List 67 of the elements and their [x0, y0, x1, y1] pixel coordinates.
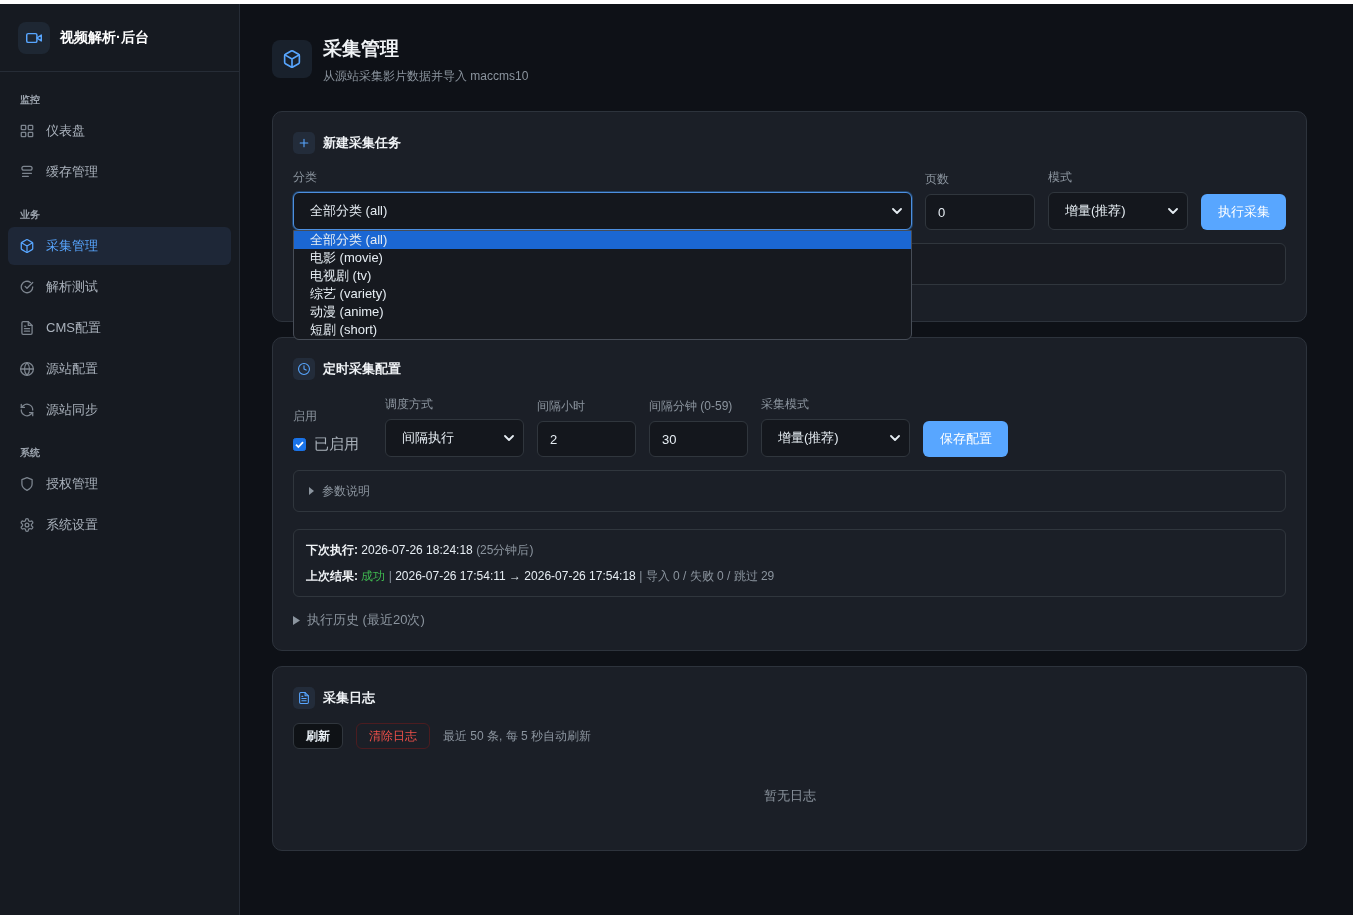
stack-icon — [20, 165, 34, 179]
dropdown-option[interactable]: 综艺 (variety) — [294, 285, 911, 303]
nav-item[interactable]: 采集管理 — [8, 227, 231, 265]
nav-item[interactable]: 仪表盘 — [8, 112, 231, 150]
dropdown-option[interactable]: 动漫 (anime) — [294, 303, 911, 321]
log-hint: 最近 50 条, 每 5 秒自动刷新 — [443, 727, 592, 745]
plus-icon — [293, 132, 315, 154]
field-label: 启用 — [293, 409, 318, 423]
chevron-down-icon — [890, 435, 900, 441]
grid-icon — [20, 124, 34, 138]
refresh-button[interactable]: 刷新 — [293, 723, 343, 749]
clock-icon — [293, 358, 315, 380]
refresh-icon — [20, 403, 34, 417]
select-field[interactable]: 间隔执行 — [385, 419, 524, 457]
chevron-down-icon — [1168, 208, 1178, 214]
nav-section-title: 系统 — [19, 447, 40, 459]
nav-item[interactable]: 源站配置 — [8, 350, 231, 388]
chevron-down-icon — [504, 435, 514, 441]
field-label: 间隔小时 — [537, 399, 586, 413]
details-toggle[interactable]: 执行历史 (最近20次) — [293, 612, 425, 628]
nav-section-title: 业务 — [19, 209, 40, 221]
check-circle-icon — [20, 280, 34, 294]
field-label: 调度方式 — [385, 397, 434, 411]
nav-item[interactable]: 授权管理 — [8, 465, 231, 503]
card-title: 采集日志 — [323, 689, 375, 707]
card-title: 新建采集任务 — [323, 134, 401, 152]
page-title: 采集管理 — [323, 37, 400, 61]
nav-item[interactable]: 源站同步 — [8, 391, 231, 429]
status-line: 下次执行: 2026-07-26 18:24:18 (25分钟后) — [306, 542, 535, 559]
field-label: 分类 — [293, 170, 318, 184]
input-field[interactable]: 2 — [537, 421, 636, 457]
field-label: 页数 — [925, 172, 950, 186]
input-field[interactable]: 30 — [649, 421, 748, 457]
app-title: 视频解析·后台 — [60, 28, 149, 47]
globe-icon — [20, 362, 34, 376]
nav-item[interactable]: CMS配置 — [8, 309, 231, 347]
settings-icon — [20, 518, 34, 532]
field-label: 间隔分钟 (0-59) — [649, 399, 734, 413]
document-icon — [20, 321, 34, 335]
checkbox-label: 已启用 — [314, 434, 359, 454]
field-label: 模式 — [1048, 170, 1073, 184]
select-field[interactable]: 全部分类 (all) — [293, 192, 912, 230]
nav-section-title: 监控 — [19, 94, 40, 106]
document-icon — [293, 687, 315, 709]
shield-icon — [20, 477, 34, 491]
select-field[interactable]: 增量(推荐) — [761, 419, 910, 457]
nav-item[interactable]: 解析测试 — [8, 268, 231, 306]
dropdown-option[interactable]: 全部分类 (all) — [294, 231, 911, 249]
cube-icon — [20, 239, 34, 253]
dropdown-option[interactable]: 电影 (movie) — [294, 249, 911, 267]
card-title: 定时采集配置 — [323, 360, 401, 378]
status-line: 上次结果: 成功 | 2026-07-26 17:54:11 → 2026-07-26 17:54:18 | 导入 0 / 失败 0 / 跳过 29 — [306, 568, 776, 585]
details-toggle[interactable]: 参数说明 — [293, 470, 1286, 512]
input-field[interactable]: 0 — [925, 194, 1035, 230]
empty-message: 暂无日志 — [763, 787, 816, 805]
chevron-down-icon — [892, 208, 902, 214]
page-subtitle: 从源站采集影片数据并导入 maccms10 — [323, 68, 529, 85]
checkbox[interactable] — [293, 437, 306, 451]
video-camera-icon — [18, 21, 50, 54]
clear-log-button[interactable]: 清除日志 — [356, 723, 430, 749]
nav-item[interactable]: 缓存管理 — [8, 153, 231, 191]
select-field[interactable]: 增量(推荐) — [1048, 192, 1188, 230]
field-label: 采集模式 — [761, 397, 810, 411]
dropdown-option[interactable]: 短剧 (short) — [294, 321, 911, 339]
dropdown-option[interactable]: 电视剧 (tv) — [294, 267, 911, 285]
nav-item[interactable]: 系统设置 — [8, 506, 231, 544]
cube-icon — [272, 40, 312, 78]
